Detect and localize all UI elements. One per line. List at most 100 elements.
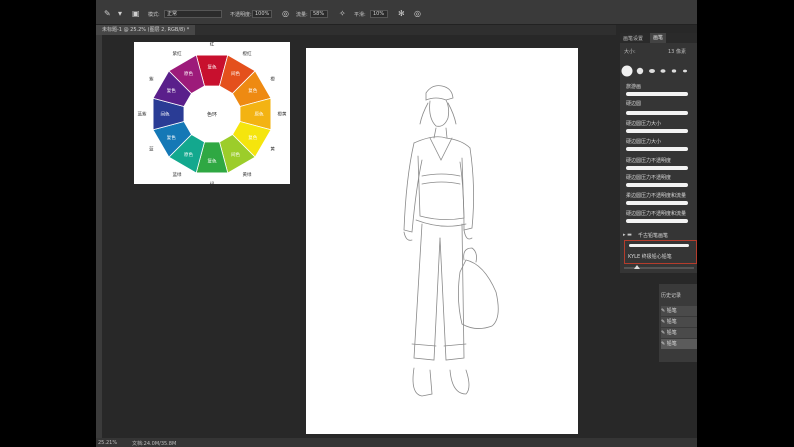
brush-stroke-preview [629, 244, 689, 247]
color-wheel-outer-label: 紫 [149, 77, 154, 83]
tab-brushes[interactable]: 画笔 [650, 33, 667, 43]
color-wheel-outer-label: 橙红 [243, 50, 252, 57]
sketch-cap [425, 85, 454, 101]
color-wheel-outer-label: 蓝 [149, 146, 154, 153]
color-wheel-wedge-label: 原色 [184, 151, 193, 158]
pressure-opacity-icon[interactable]: ◎ [282, 9, 289, 18]
brush-stroke-preview [626, 92, 688, 96]
brush-stroke-preview [626, 147, 688, 151]
brush-stroke-preview [626, 111, 688, 115]
sketch-collar [429, 137, 453, 161]
brush-stroke-preview [626, 166, 688, 170]
fashion-sketch [403, 85, 499, 397]
brush-preset-1[interactable]: 旅游画 [626, 83, 641, 90]
mode-select[interactable]: 正常 [164, 10, 222, 18]
brush-group-folder-icon[interactable]: ▸ ▬ [623, 232, 632, 238]
history-item[interactable]: ✎ 铅笔 [661, 317, 697, 327]
brush-tip-presets[interactable] [620, 63, 697, 79]
sketch-pocket [421, 173, 461, 185]
reference-color-wheel: 复色红间色橙红复色橙原色橙黄复色黄间色黄绿复色绿原色蓝绿复色蓝间色蓝紫复色紫原色… [134, 41, 290, 188]
color-wheel-outer-label: 绿 [210, 181, 215, 185]
color-wheel-outer-label: 黄绿 [243, 171, 252, 178]
selected-brush-name: KYLE 终极铅心铅笔 [628, 254, 672, 260]
airbrush-icon[interactable]: ✧ [339, 9, 346, 18]
color-wheel-outer-label: 蓝绿 [173, 171, 182, 178]
color-wheel-wedge-label: 间色 [231, 151, 240, 158]
document-tab[interactable]: 未标题-1 @ 25.2% (图层 2, RGB/8) * [96, 25, 196, 35]
photoshop-window: ✎ ▾ ▣ 模式: 正常 不透明度: 100% ◎ 流量: 58% ✧ 平滑: … [96, 0, 697, 447]
color-wheel-graphic: 复色红间色橙红复色橙原色橙黄复色黄间色黄绿复色绿原色蓝绿复色蓝间色蓝紫复色紫原色… [138, 41, 287, 188]
sketch-shoulders [413, 136, 471, 149]
color-wheel-wedge-label: 复色 [208, 64, 217, 71]
color-wheel-wedge-label: 原色 [184, 70, 193, 77]
opacity-label: 不透明度: [230, 12, 252, 18]
brush-tool-icon[interactable]: ✎ [104, 9, 111, 18]
color-wheel-wedge-label: 复色 [248, 87, 257, 94]
color-wheel-outer-label: 蓝紫 [138, 111, 147, 118]
color-wheel-wedge-label: 复色 [248, 134, 257, 141]
color-wheel-wedge-label: 复色 [167, 134, 176, 141]
sketch-right-leg [439, 223, 465, 361]
color-wheel-outer-label: 橙 [270, 76, 275, 83]
brush-preset-2[interactable]: 硬边圆 [626, 100, 641, 107]
sketch-head [429, 99, 450, 127]
brush-picker-icon[interactable]: ▾ [118, 9, 122, 18]
flow-input[interactable]: 58% [310, 10, 328, 18]
mode-label: 模式: [148, 12, 160, 18]
history-item[interactable]: ✎ 铅笔 [661, 339, 697, 349]
smooth-input[interactable]: 10% [370, 10, 388, 18]
brush-preset-8[interactable]: 硬边圆压力不透明度和流量 [626, 210, 686, 217]
brush-preset-7[interactable]: 柔边圆压力不透明度和流量 [626, 192, 686, 199]
sketch-left-leg [413, 223, 441, 361]
document-size-readout[interactable]: 文档:24.0M/35.8M [132, 440, 176, 447]
color-wheel-wedge-label: 间色 [231, 70, 240, 77]
toolbar-edge [96, 35, 102, 439]
tab-brush-settings[interactable]: 画笔设置 [623, 35, 643, 42]
sketch-jacket [417, 155, 465, 220]
size-label: 大小: [624, 49, 636, 55]
brush-preset-4[interactable]: 硬边圆压力大小 [626, 138, 661, 145]
brush-preset-5[interactable]: 硬边圆压力不透明度 [626, 157, 671, 164]
pressure-size-icon[interactable]: ◎ [414, 9, 421, 18]
brush-settings-icon[interactable]: ▣ [132, 9, 140, 18]
smoothing-options-icon[interactable]: ✻ [398, 9, 405, 18]
options-bar: ✎ ▾ ▣ 模式: 正常 不透明度: 100% ◎ 流量: 58% ✧ 平滑: … [96, 5, 697, 25]
smooth-label: 平滑: [354, 12, 366, 18]
document-tab-bar: 未标题-1 @ 25.2% (图层 2, RGB/8) * [96, 25, 616, 35]
brush-stroke-preview [626, 201, 688, 205]
color-wheel-wedge-label: 间色 [161, 111, 170, 118]
color-wheel-center-label: 色环 [207, 111, 217, 118]
brush-stroke-preview [626, 183, 688, 187]
brush-panel: 画笔设置 画笔 大小: 13 像素 旅游画 硬边圆 硬边圆压力大小 硬边圆压力大… [620, 33, 697, 273]
brush-stroke-preview [626, 129, 688, 133]
sketch-hem [415, 219, 467, 227]
color-wheel-outer-label: 橙黄 [278, 111, 287, 118]
brush-size-slider[interactable] [624, 265, 694, 269]
flow-label: 流量: [296, 12, 308, 18]
color-wheel-wedge-label: 复色 [208, 158, 217, 165]
size-value[interactable]: 13 像素 [668, 48, 686, 55]
sketch-shoes [412, 367, 470, 397]
zoom-readout[interactable]: 25.21% [98, 440, 117, 446]
color-wheel-outer-label: 紫红 [173, 50, 182, 57]
brush-preset-6[interactable]: 硬边圆压力不透明度 [626, 174, 671, 181]
history-panel: 历史记录 ✎ 铅笔 ✎ 铅笔 ✎ 铅笔 ✎ 铅笔 [659, 284, 697, 362]
brush-panel-tabs: 画笔设置 画笔 [620, 33, 697, 43]
color-wheel-outer-label: 黄 [270, 146, 275, 153]
sketch-trouser-cuffs [411, 343, 467, 347]
status-bar: 25.21% 文档:24.0M/35.8M [96, 438, 697, 447]
slider-handle[interactable] [634, 265, 640, 269]
brush-group-name[interactable]: 千古铅笔画笔 [638, 232, 668, 239]
sketch-hair [419, 102, 457, 125]
brush-preset-3[interactable]: 硬边圆压力大小 [626, 120, 661, 127]
history-item[interactable]: ✎ 铅笔 [661, 306, 697, 316]
brush-stroke-preview [626, 219, 688, 223]
document-canvas[interactable] [306, 48, 578, 434]
color-wheel-outer-label: 红 [210, 42, 215, 48]
color-wheel-wedge-label: 原色 [255, 111, 264, 118]
sketch-bag [458, 247, 499, 329]
history-item[interactable]: ✎ 铅笔 [661, 328, 697, 338]
selected-brush-highlight[interactable]: KYLE 终极铅心铅笔 [624, 240, 697, 264]
history-title: 历史记录 [661, 293, 682, 299]
opacity-input[interactable]: 100% [252, 10, 272, 18]
